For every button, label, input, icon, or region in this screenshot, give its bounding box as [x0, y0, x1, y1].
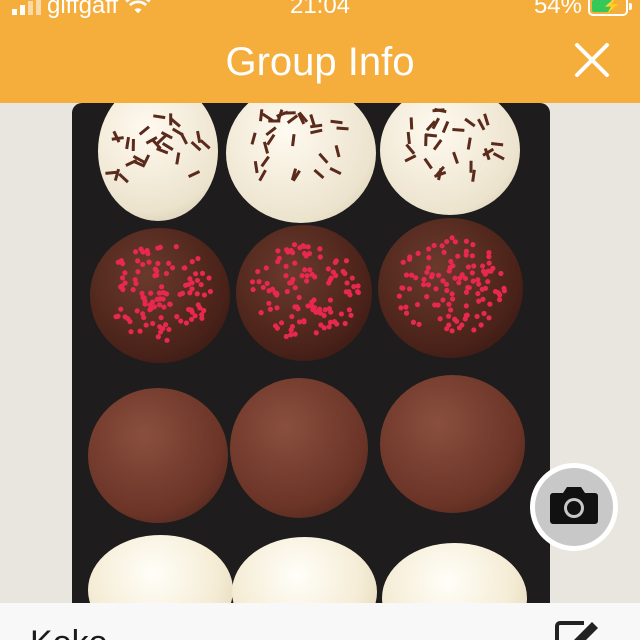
camera-icon	[550, 487, 598, 524]
close-icon[interactable]	[572, 40, 612, 80]
battery-percent: 54%	[533, 0, 582, 19]
change-photo-button[interactable]	[530, 463, 618, 551]
battery-charging-icon: ⚡	[588, 0, 632, 16]
edit-icon[interactable]	[554, 619, 600, 640]
group-name-row: Koko	[0, 603, 640, 640]
app-header: giffgaff 21:04 54% ⚡ Group Info	[0, 0, 640, 103]
status-bar: giffgaff 21:04 54% ⚡	[0, 0, 640, 20]
page-title: Group Info	[225, 40, 415, 84]
battery-status: 54% ⚡	[533, 0, 632, 19]
group-name: Koko	[30, 623, 108, 640]
